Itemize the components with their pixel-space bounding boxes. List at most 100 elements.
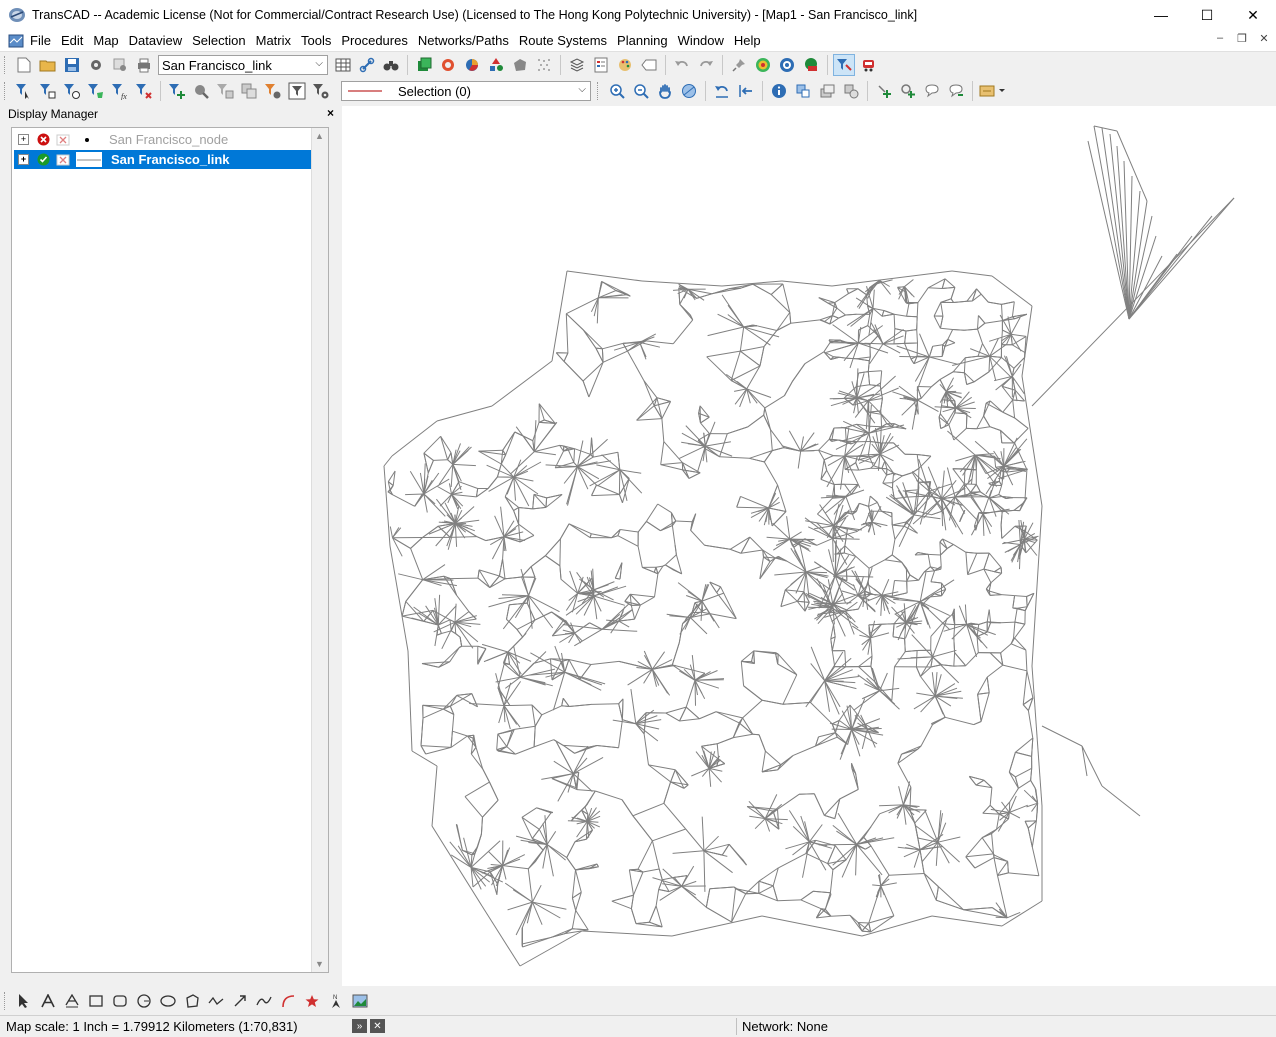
region-icon[interactable] <box>509 54 531 76</box>
link-icon[interactable] <box>356 54 378 76</box>
map-layout-dropdown-icon[interactable] <box>978 80 1008 102</box>
layer-row-link[interactable]: + San Francisco_link <box>14 150 312 169</box>
print-icon[interactable] <box>133 54 155 76</box>
star-symbol-icon[interactable] <box>301 990 323 1012</box>
zoom-out-icon[interactable] <box>630 80 652 102</box>
select-by-condition-icon[interactable]: fx <box>109 80 131 102</box>
filter-select-icon[interactable] <box>833 54 855 76</box>
dataview-table-icon[interactable] <box>332 54 354 76</box>
layer-row-node[interactable]: + San Francisco_node <box>14 130 312 149</box>
toolbar-grip[interactable] <box>4 56 8 74</box>
toolbar-grip[interactable] <box>4 992 8 1010</box>
freehand-line-tool-icon[interactable] <box>253 990 275 1012</box>
layer-combo[interactable]: San Francisco_link ⌵ <box>158 55 328 75</box>
polygon-tool-icon[interactable] <box>181 990 203 1012</box>
menu-route-systems[interactable]: Route Systems <box>516 33 614 48</box>
menu-help[interactable]: Help <box>731 33 768 48</box>
identify-features-icon[interactable] <box>792 80 814 102</box>
layer-stack-icon[interactable] <box>816 80 838 102</box>
edit-annotation-icon[interactable] <box>921 80 943 102</box>
not-editable-icon[interactable] <box>56 133 70 147</box>
info-icon[interactable] <box>768 80 790 102</box>
map-properties-icon[interactable] <box>109 54 131 76</box>
select-by-circle-icon[interactable] <box>61 80 83 102</box>
scroll-up-icon[interactable]: ▲ <box>315 131 324 141</box>
close-status-icon[interactable]: ✕ <box>370 1019 385 1033</box>
legend-icon[interactable] <box>590 54 612 76</box>
menu-file[interactable]: File <box>28 33 58 48</box>
settings-gear-icon[interactable] <box>85 54 107 76</box>
rounded-rectangle-tool-icon[interactable] <box>109 990 131 1012</box>
polyline-tool-icon[interactable] <box>205 990 227 1012</box>
layers-stack-icon[interactable] <box>566 54 588 76</box>
north-arrow-icon[interactable]: N <box>325 990 347 1012</box>
menu-tools[interactable]: Tools <box>298 33 338 48</box>
display-manager-scrollbar[interactable]: ▲ ▼ <box>311 128 328 972</box>
arrow-line-tool-icon[interactable] <box>229 990 251 1012</box>
expand-plus-icon[interactable]: + <box>18 134 29 145</box>
new-file-icon[interactable] <box>13 54 35 76</box>
curve-tool-icon[interactable] <box>277 990 299 1012</box>
image-tool-icon[interactable] <box>349 990 371 1012</box>
filter-gear-icon[interactable] <box>310 80 332 102</box>
menu-procedures[interactable]: Procedures <box>338 33 414 48</box>
pan-hand-icon[interactable] <box>654 80 676 102</box>
maximize-button[interactable]: ☐ <box>1184 0 1230 30</box>
label-icon[interactable] <box>638 54 660 76</box>
previous-scale-icon[interactable] <box>711 80 733 102</box>
not-editable-icon[interactable] <box>56 153 70 167</box>
undo-icon[interactable] <box>671 54 693 76</box>
mdi-restore-button[interactable]: ❐ <box>1234 32 1250 45</box>
map-canvas[interactable] <box>342 106 1276 986</box>
rectangle-tool-icon[interactable] <box>85 990 107 1012</box>
dot-density-icon[interactable] <box>533 54 555 76</box>
select-by-polygon-icon[interactable] <box>85 80 107 102</box>
save-icon[interactable] <box>61 54 83 76</box>
pin-icon[interactable] <box>728 54 750 76</box>
globe-icon[interactable] <box>678 80 700 102</box>
visible-check-icon[interactable] <box>36 153 50 167</box>
buffer-rings-icon[interactable] <box>437 54 459 76</box>
palette-icon[interactable] <box>614 54 636 76</box>
select-by-rectangle-icon[interactable] <box>37 80 59 102</box>
filter-subset-icon[interactable] <box>214 80 236 102</box>
binoculars-icon[interactable] <box>380 54 402 76</box>
selection-combo[interactable]: Selection (0) ⌵ <box>341 81 591 101</box>
add-to-selection-icon[interactable] <box>166 80 188 102</box>
map-document-icon[interactable] <box>8 34 24 48</box>
filter-dialog-icon[interactable] <box>286 80 308 102</box>
scroll-down-icon[interactable]: ▼ <box>315 959 324 969</box>
zoom-in-icon[interactable] <box>606 80 628 102</box>
select-by-pointing-icon[interactable] <box>13 80 35 102</box>
heatmap-icon[interactable] <box>752 54 774 76</box>
add-point-icon[interactable] <box>873 80 895 102</box>
ellipse-tool-icon[interactable] <box>157 990 179 1012</box>
display-manager-close-icon[interactable]: × <box>327 106 334 120</box>
edit-callout-icon[interactable] <box>945 80 967 102</box>
shapes-icon[interactable] <box>485 54 507 76</box>
freehand-text-icon[interactable] <box>61 990 83 1012</box>
toolbar-grip[interactable] <box>4 82 8 100</box>
mdi-close-button[interactable]: ✕ <box>1256 32 1272 45</box>
expand-status-icon[interactable]: » <box>352 1019 367 1033</box>
pointer-arrow-icon[interactable] <box>13 990 35 1012</box>
selection-settings-icon[interactable] <box>262 80 284 102</box>
text-tool-icon[interactable] <box>37 990 59 1012</box>
expand-plus-icon[interactable]: + <box>18 154 29 165</box>
menu-selection[interactable]: Selection <box>189 33 252 48</box>
circle-tool-icon[interactable] <box>133 990 155 1012</box>
transit-vehicle-icon[interactable] <box>857 54 879 76</box>
menu-networks-paths[interactable]: Networks/Paths <box>415 33 516 48</box>
menu-planning[interactable]: Planning <box>614 33 675 48</box>
open-folder-icon[interactable] <box>37 54 59 76</box>
close-button[interactable]: ✕ <box>1230 0 1276 30</box>
zoom-to-layer-icon[interactable] <box>735 80 757 102</box>
clear-selection-icon[interactable] <box>133 80 155 102</box>
vehicle-route-icon[interactable] <box>800 54 822 76</box>
mdi-minimize-button[interactable]: – <box>1212 32 1228 45</box>
pie-chart-icon[interactable] <box>461 54 483 76</box>
redo-icon[interactable] <box>695 54 717 76</box>
add-line-icon[interactable] <box>897 80 919 102</box>
target-icon[interactable] <box>776 54 798 76</box>
san-francisco-link-network[interactable] <box>342 106 1276 986</box>
